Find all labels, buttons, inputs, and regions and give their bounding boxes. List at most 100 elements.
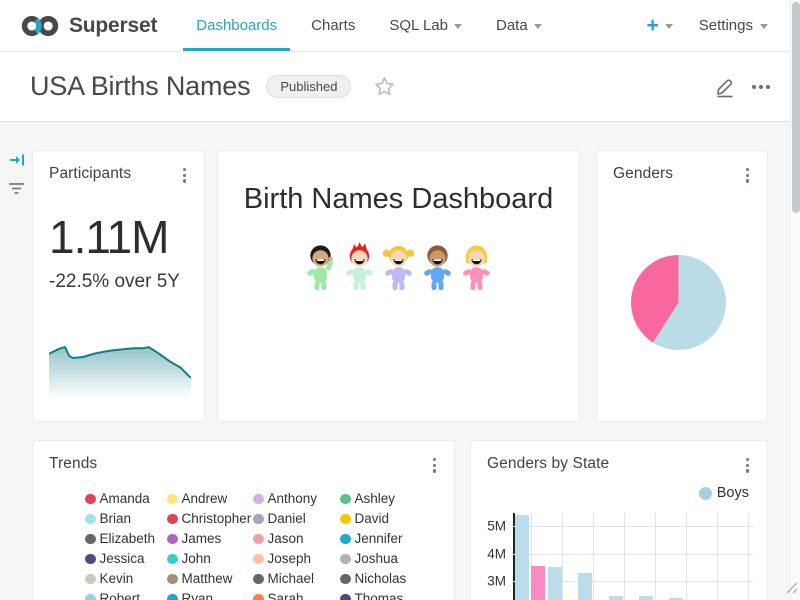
legend-label: Daniel [268, 511, 306, 526]
chart-card-genders: Genders [596, 150, 768, 422]
legend-item[interactable]: Brian [85, 512, 167, 527]
chart-card-participants: Participants 1.11M -22.5% over 5Y [32, 150, 205, 422]
nav-tab-sql-lab[interactable]: SQL Lab [372, 0, 479, 51]
new-item-button[interactable]: + [647, 15, 673, 36]
chevron-down-icon [760, 24, 768, 29]
participants-sparkline-chart[interactable] [49, 344, 191, 396]
chart-menu-kebab-icon[interactable] [742, 455, 753, 476]
legend-dot [340, 494, 351, 505]
nav-tab-charts[interactable]: Charts [294, 0, 372, 51]
filter-icon[interactable] [8, 181, 25, 200]
bar[interactable] [609, 596, 623, 600]
baby-figure [419, 242, 456, 296]
nav-tab-dashboards[interactable]: Dashboards [179, 0, 294, 51]
nav-tab-data[interactable]: Data [479, 0, 559, 51]
nav-tabs: Dashboards Charts SQL Lab Data [179, 0, 558, 51]
bar[interactable] [639, 596, 653, 600]
published-badge[interactable]: Published [266, 75, 351, 98]
edit-dashboard-button[interactable] [714, 76, 736, 98]
baby-figure [302, 242, 339, 296]
legend-dot [340, 594, 351, 600]
legend-item[interactable]: Thomas [340, 592, 454, 600]
legend-item[interactable]: Joshua [340, 552, 454, 567]
legend-label: Brian [100, 511, 132, 526]
legend-item[interactable]: Jason [253, 532, 340, 547]
legend-dot [85, 574, 96, 585]
bar[interactable] [548, 567, 562, 600]
bar[interactable] [531, 566, 545, 600]
chart-menu-kebab-icon[interactable] [742, 165, 753, 186]
legend-dot [85, 554, 96, 565]
markdown-card: Birth Names Dashboard [217, 150, 580, 422]
chart-title: Genders by State [487, 455, 609, 473]
chart-card-trends: Trends Amanda Andrew AnthonyAshley Brian Chr… [32, 440, 455, 600]
legend-label: John [182, 551, 211, 566]
legend-item[interactable]: Kevin [85, 572, 167, 587]
legend-item-boys[interactable]: Boys [699, 485, 749, 501]
genders-pie-chart[interactable] [631, 255, 726, 350]
favorite-star-icon[interactable] [373, 75, 396, 98]
plus-icon: + [647, 15, 659, 36]
legend-dot [85, 534, 96, 545]
legend-dot [253, 534, 264, 545]
legend-label: Jessica [100, 551, 145, 566]
chevron-down-icon [665, 24, 673, 29]
chart-menu-kebab-icon[interactable] [179, 165, 190, 186]
babies-image [218, 242, 579, 296]
expand-filter-bar-icon[interactable] [9, 152, 26, 173]
chart-menu-kebab-icon[interactable] [429, 455, 440, 476]
settings-menu[interactable]: Settings [699, 17, 768, 34]
legend-dot [340, 574, 351, 585]
brand[interactable]: Superset [20, 0, 157, 51]
resize-handle[interactable] [782, 578, 798, 599]
more-options-button[interactable] [750, 81, 772, 93]
legend-item[interactable]: Ryan [167, 592, 253, 600]
y-axis-tick: 5M [487, 519, 506, 534]
legend-dot [167, 594, 178, 600]
legend-item[interactable]: Michael [253, 572, 340, 587]
legend-dot [167, 494, 178, 505]
bar[interactable] [515, 515, 529, 600]
legend-item[interactable]: Daniel [253, 512, 340, 527]
bar[interactable] [578, 573, 592, 600]
legend-item[interactable]: Nicholas [340, 572, 454, 587]
legend-item[interactable]: Elizabeth [85, 532, 167, 547]
legend-item[interactable]: Anthony [253, 492, 340, 507]
legend-item[interactable]: Sarah [253, 592, 340, 600]
scrollbar [790, 0, 800, 600]
legend-label: Nicholas [355, 571, 407, 586]
legend-label: Joshua [355, 551, 399, 566]
legend-dot [85, 494, 96, 505]
legend-item[interactable]: Ashley [340, 492, 454, 507]
legend-item[interactable]: David [340, 512, 454, 527]
legend-dot [167, 574, 178, 585]
legend-item[interactable]: Joseph [253, 552, 340, 567]
page-title: USA Births Names [30, 71, 250, 102]
chart-title: Trends [49, 455, 97, 473]
legend-label: Robert [100, 591, 141, 600]
legend-dot [340, 534, 351, 545]
legend-item[interactable]: Amanda [85, 492, 167, 507]
gridline [513, 526, 753, 527]
legend-item[interactable]: Matthew [167, 572, 253, 587]
scrollbar-thumb[interactable] [792, 2, 800, 213]
legend-item[interactable]: Andrew [167, 492, 253, 507]
chart-card-genders-by-state: Genders by State Boys 5M4M3M [470, 440, 768, 600]
big-number-value: 1.11M [49, 210, 204, 264]
legend-item[interactable]: Jessica [85, 552, 167, 567]
legend-label: Amanda [100, 491, 150, 506]
legend-label: Andrew [182, 491, 228, 506]
legend-item[interactable]: Christopher [167, 512, 253, 527]
legend-item[interactable]: John [167, 552, 253, 567]
chevron-down-icon [454, 24, 462, 29]
legend-dot [167, 514, 178, 525]
legend-item[interactable]: Jennifer [340, 532, 454, 547]
legend-dot [85, 594, 96, 600]
legend-label: Jason [268, 531, 304, 546]
legend-dot [340, 554, 351, 565]
legend-item[interactable]: James [167, 532, 253, 547]
legend-dot [85, 514, 96, 525]
legend-dot [253, 574, 264, 585]
dashboard-header: USA Births Names Published [0, 52, 800, 122]
legend-item[interactable]: Robert [85, 592, 167, 600]
